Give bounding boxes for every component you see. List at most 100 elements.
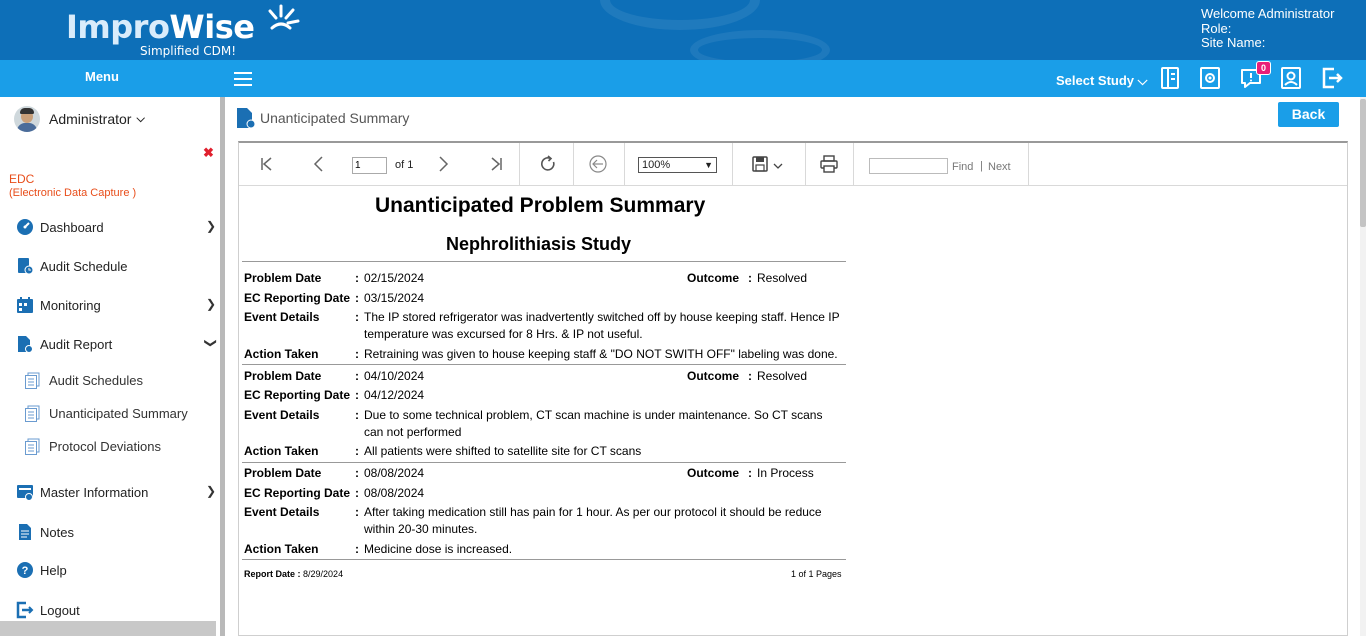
avatar [14,106,40,132]
page-title-text: Unanticipated Summary [260,110,410,126]
close-icon[interactable]: ✖ [203,145,214,161]
zoom-select[interactable]: 100% ▼ [638,157,717,173]
colon: : [355,505,359,519]
hamburger-icon[interactable] [234,72,252,86]
toolbar-divider [519,143,520,186]
previous-page-icon[interactable] [309,154,329,174]
print-icon[interactable] [819,154,839,174]
sidebar-item-dashboard[interactable]: Dashboard ❯ [16,217,216,237]
sidebar-footer [0,621,216,636]
event-details-value: The IP stored refrigerator was inadverte… [364,310,840,341]
chevron-right-icon: ❯ [206,484,217,498]
toolbar-divider [573,143,574,186]
user-name: Administrator [49,111,132,127]
find-input[interactable] [869,158,948,174]
sidebar-item-monitoring[interactable]: Monitoring ❯ [16,295,216,315]
last-page-icon[interactable] [486,154,506,174]
colon: : [748,271,752,285]
notes-icon [19,524,31,540]
sidebar-subitem-protocol-deviations[interactable]: Protocol Deviations [24,437,161,455]
brand-tagline: Simplified CDM! [140,44,237,58]
toolbar-divider [732,143,733,186]
zoom-value: 100% [642,159,671,171]
sidebar-item-help[interactable]: ? Help [16,560,67,580]
event-details-label: Event Details [244,408,320,422]
menu-label: Menu [85,69,119,84]
first-page-icon[interactable] [257,154,277,174]
action-taken-value: Retraining was given to house keeping st… [364,347,838,361]
colon: : [355,347,359,361]
find-link[interactable]: Find [952,161,973,173]
report-viewer: of 1 100% ▼ Find | Next Unanticipated Pro… [238,141,1348,636]
sidebar-subitem-label: Unanticipated Summary [49,405,188,421]
chevron-down-icon: ▼ [704,160,713,170]
master-info-icon [17,485,33,501]
sidebar-subitem-audit-schedules[interactable]: Audit Schedules [24,371,143,389]
toolbar-divider [624,143,625,186]
top-header: ImproWise Simplified CDM! Welcome Admini… [0,0,1366,60]
colon: : [355,444,359,458]
settings-doc-icon[interactable] [1198,66,1222,90]
chevron-right-icon: ❯ [206,297,217,311]
brand-prefix: Impro [66,8,170,46]
ec-date-label: EC Reporting Date [244,291,351,305]
report-subtitle: Nephrolithiasis Study [446,234,632,254]
chevron-down-icon: ⌵ [1137,73,1148,88]
page-count-label: of 1 [395,159,414,171]
toolbar-divider [853,143,854,186]
role-text: Role: [1201,20,1232,36]
event-details-label: Event Details [244,505,320,519]
sidebar-subitem-unanticipated-summary[interactable]: Unanticipated Summary [24,404,188,422]
sidebar-subitem-label: Protocol Deviations [49,438,161,454]
sidebar-item-label: Dashboard [40,219,104,235]
sidebar-item-master-information[interactable]: Master Information ❯ [16,482,216,502]
action-taken-value: Medicine dose is increased. [364,542,513,556]
calendar-icon [17,297,33,313]
module-name: EDC [9,172,35,186]
module-title: EDC (Electronic Data Capture ) [9,172,136,200]
sidebar-item-audit-schedule[interactable]: Audit Schedule [16,256,127,276]
event-details-label: Event Details [244,310,320,324]
chevron-down-icon[interactable] [772,154,784,174]
colon: : [355,388,359,402]
back-button[interactable]: Back [1278,102,1339,127]
colon: : [355,310,359,324]
action-taken-value: All patients were shifted to satellite s… [364,444,642,458]
refresh-icon[interactable] [538,154,558,174]
menu-bar: Menu Select Study ⌵ [0,60,1366,97]
document-icon [25,405,40,422]
colon: : [355,271,359,285]
page-number-input[interactable] [352,157,387,174]
logout-icon[interactable] [1320,66,1344,90]
sidebar-item-audit-report[interactable]: Audit Report ❯ [16,334,218,354]
save-icon[interactable] [750,154,770,174]
sidebar-item-label: Help [40,562,67,578]
problem-date-label: Problem Date [244,466,322,480]
divider [242,364,846,365]
back-to-parent-icon[interactable] [588,154,608,174]
problem-date-label: Problem Date [244,369,322,383]
report-title: Unanticipated Problem Summary [375,194,706,217]
toolbar-divider [1028,143,1029,186]
outcome-value: Resolved [757,271,808,285]
app-logo[interactable]: ImproWise Simplified CDM! [66,4,300,58]
sidebar-item-label: Master Information [40,484,149,500]
page-scrollbar[interactable] [1360,97,1366,636]
find-next-link[interactable]: Next [988,161,1011,173]
event-details-value: Due to some technical problem, CT scan m… [364,408,823,439]
ec-date-label: EC Reporting Date [244,486,351,500]
ec-date-value: 08/08/2024 [364,486,425,500]
header-decoration [690,30,830,60]
outcome-value: In Process [757,466,814,480]
profile-icon[interactable] [1279,66,1303,90]
sidebar-item-logout[interactable]: Logout [16,600,80,620]
sidebar-item-notes[interactable]: Notes [16,522,74,542]
user-menu[interactable]: Administrator ⌵ [14,105,145,133]
study-list-icon[interactable] [1158,66,1182,90]
colon: : [748,369,752,383]
sidebar-scrollbar[interactable] [220,97,225,636]
next-page-icon[interactable] [433,154,453,174]
dashboard-icon [17,219,33,235]
header-decoration [600,0,760,30]
select-study-dropdown[interactable]: Select Study ⌵ [1056,73,1148,89]
